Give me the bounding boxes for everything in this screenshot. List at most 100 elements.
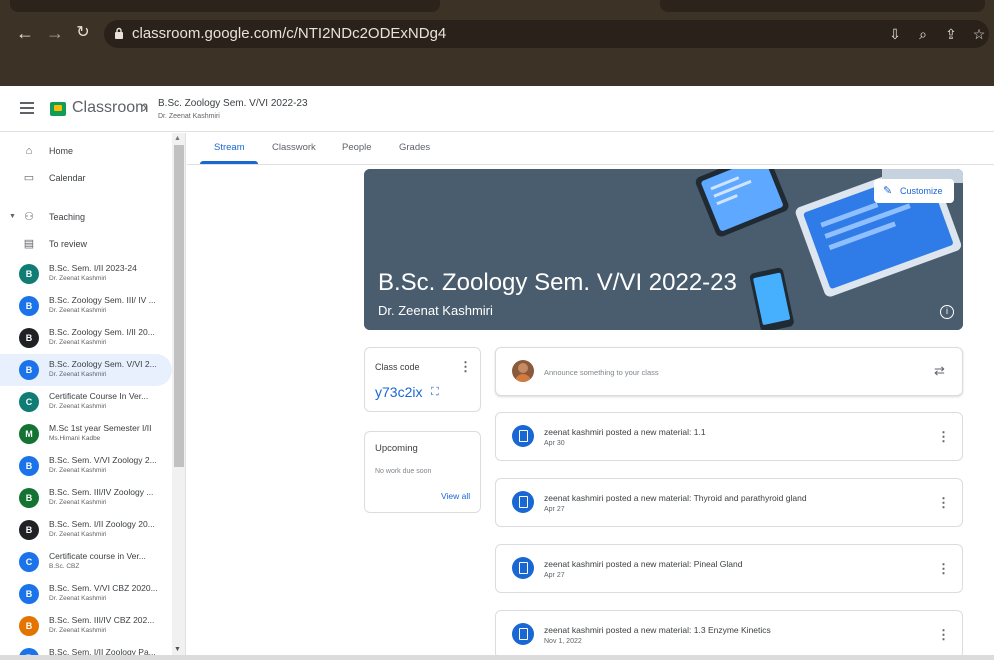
customize-button[interactable]: ✎ Customize bbox=[874, 179, 954, 203]
post-title: zeenat kashmiri posted a new material: T… bbox=[544, 493, 807, 503]
sidebar-course[interactable]: C Certificate course in Ver... B.Sc. CBZ bbox=[0, 546, 172, 578]
stream-post[interactable]: zeenat kashmiri posted a new material: P… bbox=[495, 544, 963, 593]
share-icon[interactable]: ⇪ bbox=[941, 24, 961, 44]
material-icon bbox=[512, 557, 534, 579]
sidebar-course[interactable]: B B.Sc. Sem. V/VI Zoology 2... Dr. Zeena… bbox=[0, 450, 172, 482]
course-title: B.Sc. Sem. III/IV CBZ 202... bbox=[49, 615, 155, 625]
sidebar-course-active[interactable]: B B.Sc. Zoology Sem. V/VI 2... Dr. Zeena… bbox=[0, 354, 172, 386]
install-app-icon[interactable]: ⇩ bbox=[885, 24, 905, 44]
stream-post[interactable]: zeenat kashmiri posted a new material: 1… bbox=[495, 610, 963, 659]
announce-placeholder[interactable]: Announce something to your class bbox=[544, 368, 659, 377]
sidebar-course[interactable]: B B.Sc. Zoology Sem. I/II 20... Dr. Zeen… bbox=[0, 322, 172, 354]
course-teacher: Dr. Zeenat Kashmiri bbox=[49, 307, 107, 314]
post-title: zeenat kashmiri posted a new material: P… bbox=[544, 559, 743, 569]
active-tab-indicator bbox=[200, 161, 258, 164]
tab-people[interactable]: People bbox=[342, 142, 372, 153]
customize-label: Customize bbox=[900, 186, 943, 196]
more-vert-icon[interactable]: ⋮ bbox=[937, 430, 950, 444]
address-row: ← → ↻ classroom.google.com/c/NTI2NDc2ODE… bbox=[0, 14, 994, 54]
post-title: zeenat kashmiri posted a new material: 1… bbox=[544, 625, 771, 635]
sidebar-item-teaching[interactable]: ▼ ⚇ Teaching bbox=[0, 202, 172, 232]
address-bar[interactable]: classroom.google.com/c/NTI2NDc2ODExNDg4 … bbox=[104, 20, 989, 48]
course-teacher: Dr. Zeenat Kashmiri bbox=[49, 339, 107, 346]
zoom-icon[interactable]: ⌕ bbox=[913, 24, 933, 44]
more-vert-icon[interactable]: ⋮ bbox=[937, 496, 950, 510]
tab-classwork[interactable]: Classwork bbox=[272, 142, 316, 153]
scroll-up-icon[interactable]: ▲ bbox=[174, 135, 181, 142]
course-avatar: M bbox=[19, 424, 39, 444]
announce-box[interactable]: Announce something to your class ⇄ bbox=[495, 347, 963, 396]
course-avatar: B bbox=[19, 584, 39, 604]
browser-tab[interactable] bbox=[10, 0, 440, 12]
class-code-value[interactable]: y73c2ix bbox=[375, 384, 422, 400]
view-all-link[interactable]: View all bbox=[441, 491, 470, 501]
material-icon bbox=[512, 491, 534, 513]
user-avatar bbox=[512, 360, 534, 382]
course-avatar: B bbox=[19, 520, 39, 540]
course-teacher: Dr. Zeenat Kashmiri bbox=[49, 499, 107, 506]
material-icon bbox=[512, 623, 534, 645]
reload-icon[interactable]: ↻ bbox=[72, 22, 94, 44]
course-teacher: Dr. Zeenat Kashmiri bbox=[49, 403, 107, 410]
sidebar-item-calendar[interactable]: ▭ Calendar bbox=[0, 163, 172, 193]
post-date: Apr 27 bbox=[544, 506, 565, 513]
more-vert-icon[interactable]: ⋮ bbox=[937, 628, 950, 642]
course-avatar: B bbox=[19, 616, 39, 636]
tab-strip bbox=[0, 0, 994, 14]
tab-stream[interactable]: Stream bbox=[214, 142, 245, 153]
sidebar-course[interactable]: B B.Sc. Sem. III/IV CBZ 202... Dr. Zeena… bbox=[0, 610, 172, 642]
post-date: Apr 30 bbox=[544, 440, 565, 447]
lock-icon bbox=[115, 27, 123, 39]
course-avatar: B bbox=[19, 264, 39, 284]
more-vert-icon[interactable]: ⋮ bbox=[459, 360, 472, 374]
course-title: M.Sc 1st year Semester I/II bbox=[49, 423, 152, 433]
course-avatar: C bbox=[19, 392, 39, 412]
url-icons: ⇩ ⌕ ⇪ ☆ bbox=[885, 24, 989, 44]
sidebar-course[interactable]: B B.Sc. Sem. I/II Zoology 20... Dr. Zeen… bbox=[0, 514, 172, 546]
course-title: B.Sc. Sem. V/VI Zoology 2... bbox=[49, 455, 157, 465]
main-menu-icon[interactable] bbox=[20, 102, 34, 114]
class-code-label: Class code bbox=[375, 362, 420, 372]
info-icon[interactable]: i bbox=[940, 305, 954, 319]
sidebar-item-home[interactable]: ⌂ Home bbox=[0, 136, 172, 166]
course-avatar: B bbox=[19, 360, 39, 380]
back-icon[interactable]: ← bbox=[14, 22, 36, 44]
sidebar-course[interactable]: B B.Sc. Sem. III/IV Zoology ... Dr. Zeen… bbox=[0, 482, 172, 514]
sidebar-course[interactable]: M M.Sc 1st year Semester I/II Ms.Himani … bbox=[0, 418, 172, 450]
browser-tab[interactable] bbox=[660, 0, 985, 12]
classroom-logo[interactable] bbox=[50, 102, 66, 116]
sidebar-course[interactable]: B B.Sc. Zoology Sem. III/ IV ... Dr. Zee… bbox=[0, 290, 172, 322]
sidebar-course[interactable]: B B.Sc. Sem. V/VI CBZ 2020... Dr. Zeenat… bbox=[0, 578, 172, 610]
class-code-card: Class code ⋮ y73c2ix ⛶ bbox=[364, 347, 481, 412]
course-title: B.Sc. Sem. V/VI CBZ 2020... bbox=[49, 583, 158, 593]
caret-down-icon[interactable]: ▼ bbox=[9, 213, 16, 220]
sidebar-scroll-thumb[interactable] bbox=[174, 145, 184, 467]
repost-icon[interactable]: ⇄ bbox=[934, 363, 945, 379]
scroll-down-icon[interactable]: ▼ bbox=[174, 646, 181, 653]
sidebar-course[interactable]: C Certificate Course In Ver... Dr. Zeena… bbox=[0, 386, 172, 418]
sidebar-course[interactable]: B B.Sc. Sem. I/II 2023-24 Dr. Zeenat Kas… bbox=[0, 258, 172, 290]
bookmark-star-icon[interactable]: ☆ bbox=[969, 24, 989, 44]
banner-subtitle: Dr. Zeenat Kashmiri bbox=[378, 303, 493, 318]
stream-post[interactable]: zeenat kashmiri posted a new material: T… bbox=[495, 478, 963, 527]
stream-post[interactable]: zeenat kashmiri posted a new material: 1… bbox=[495, 412, 963, 461]
more-vert-icon[interactable]: ⋮ bbox=[937, 562, 950, 576]
course-teacher: Dr. Zeenat Kashmiri bbox=[49, 467, 107, 474]
course-title: B.Sc. Sem. I/II Zoology 20... bbox=[49, 519, 155, 529]
forward-icon[interactable]: → bbox=[44, 22, 66, 44]
window-bottom-edge bbox=[0, 655, 994, 660]
review-icon: ▤ bbox=[23, 238, 35, 250]
course-avatar: B bbox=[19, 296, 39, 316]
post-title: zeenat kashmiri posted a new material: 1… bbox=[544, 427, 706, 437]
sidebar-item-label: To review bbox=[49, 239, 88, 249]
tab-grades[interactable]: Grades bbox=[399, 142, 430, 153]
sidebar-item-to-review[interactable]: ▤ To review bbox=[0, 229, 172, 259]
sidebar-item-label: Calendar bbox=[49, 173, 86, 183]
sidebar-item-label: Teaching bbox=[49, 212, 86, 222]
app-name[interactable]: Classroom bbox=[72, 99, 148, 117]
class-banner: B.Sc. Zoology Sem. V/VI 2022-23 Dr. Zeen… bbox=[364, 169, 963, 330]
calendar-icon: ▭ bbox=[23, 172, 35, 184]
fullscreen-icon[interactable]: ⛶ bbox=[431, 386, 439, 399]
course-teacher: Dr. Zeenat Kashmiri bbox=[49, 371, 107, 378]
course-avatar: C bbox=[19, 552, 39, 572]
